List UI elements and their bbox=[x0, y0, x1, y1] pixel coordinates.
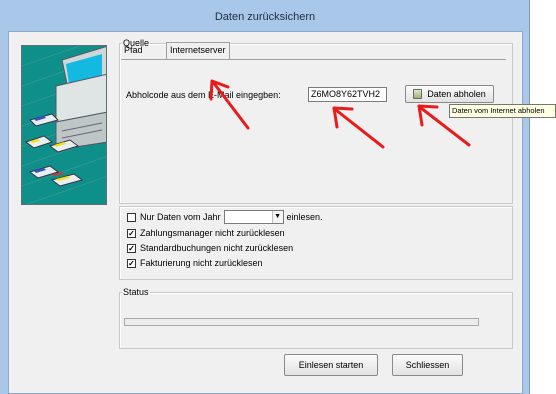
arrow-icon bbox=[417, 104, 471, 147]
arrow-icon bbox=[209, 79, 250, 130]
arrow-icon bbox=[332, 106, 385, 149]
annotation-arrows bbox=[209, 79, 471, 149]
